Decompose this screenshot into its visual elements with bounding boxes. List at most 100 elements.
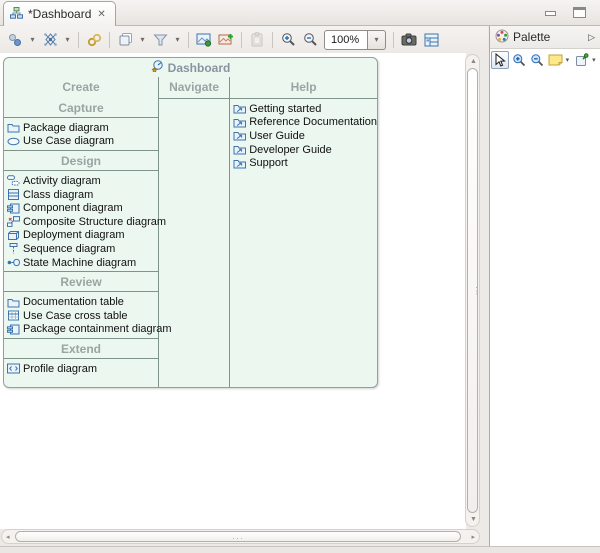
chevron-down-icon: ▾	[30, 35, 34, 44]
zoom-level-dropdown[interactable]: ▾	[368, 30, 386, 50]
dashboard-item[interactable]: Deployment diagram	[4, 229, 158, 243]
dashboard-item[interactable]: Class diagram	[4, 188, 158, 202]
item-label: Deployment diagram	[23, 229, 125, 241]
zoom-in-button[interactable]	[277, 29, 299, 51]
dashboard-item[interactable]: Developer Guide	[230, 143, 377, 157]
related-elements-button[interactable]	[4, 29, 26, 51]
dashboard-item[interactable]: Support	[230, 156, 377, 170]
dashboard-item[interactable]: Composite Structure diagram	[4, 215, 158, 229]
add-image-button[interactable]	[215, 29, 237, 51]
tab-title: *Dashboard	[28, 7, 91, 21]
tab-close-icon[interactable]: ✕	[96, 9, 106, 20]
dashboard-item[interactable]: State Machine diagram	[4, 256, 158, 270]
auto-layout-button[interactable]	[39, 29, 61, 51]
item-label: Getting started	[249, 103, 321, 115]
scroll-right-icon[interactable]: ▸	[471, 534, 475, 541]
horizontal-scrollbar[interactable]: ◂ ··· ▸	[1, 529, 480, 544]
save-image-button[interactable]	[193, 29, 215, 51]
section-items: Getting startedReference DocumentationUs…	[230, 99, 377, 172]
thumb-grip: ⋮	[472, 285, 482, 296]
dashboard-columns: CreateCapturePackage diagramUse Case dia…	[4, 77, 377, 388]
profile-icon	[7, 363, 20, 374]
dashboard-item[interactable]: Use Case diagram	[4, 135, 158, 149]
toolbar-separator	[393, 32, 394, 48]
toolbar-separator	[272, 32, 273, 48]
column-header: Help	[230, 77, 377, 98]
dashboard-title: Dashboard	[4, 58, 377, 77]
note-tool-dropdown[interactable]: ▾	[566, 56, 573, 64]
dashboard-item[interactable]: Package diagram	[4, 121, 158, 135]
maximize-button[interactable]	[573, 7, 586, 18]
table-icon	[7, 310, 20, 321]
item-label: Use Case diagram	[23, 135, 114, 147]
attachment-tool[interactable]	[573, 51, 591, 69]
screenshot-button[interactable]	[398, 29, 420, 51]
item-label: Documentation table	[23, 296, 124, 308]
attachment-tool-dropdown[interactable]: ▾	[592, 56, 599, 64]
palette-body[interactable]	[490, 71, 600, 546]
diagram-canvas[interactable]: Dashboard CreateCapturePackage diagramUs…	[0, 53, 466, 529]
item-label: Developer Guide	[249, 144, 332, 156]
dashboard-item[interactable]: Component diagram	[4, 201, 158, 215]
zoom-out-button[interactable]	[299, 29, 321, 51]
copy-visual-dropdown[interactable]: ▾	[136, 29, 149, 51]
vertical-scrollbar[interactable]: ▲ ⋮ ▼	[465, 54, 480, 527]
dashboard-item[interactable]: Reference Documentation	[230, 116, 377, 130]
section-items: Package diagramUse Case diagram	[4, 118, 158, 150]
scroll-down-icon[interactable]: ▼	[470, 516, 477, 523]
diagram-toolbar: ▾ ▾ ▾ ▾ 100% ▾	[0, 26, 488, 53]
diagram-tab-icon	[10, 7, 23, 22]
section-header: Design	[4, 151, 158, 170]
section-header: Review	[4, 272, 158, 291]
dashboard-icon	[151, 60, 164, 75]
auto-layout-dropdown[interactable]: ▾	[61, 29, 74, 51]
diagram-overview-button[interactable]	[420, 29, 442, 51]
select-tool[interactable]	[491, 51, 509, 69]
dashboard-column-navigate: Navigate	[159, 77, 230, 388]
status-bar	[0, 546, 600, 553]
horizontal-scrollbar-thumb[interactable]: ···	[15, 531, 461, 542]
scroll-up-icon[interactable]: ▲	[470, 58, 477, 65]
dashboard-item[interactable]: Use Case cross table	[4, 309, 158, 323]
copy-visual-button[interactable]	[114, 29, 136, 51]
section-header: Capture	[4, 98, 158, 117]
dashboard-item[interactable]: User Guide	[230, 129, 377, 143]
dashboard-item[interactable]: Activity diagram	[4, 174, 158, 188]
item-label: Composite Structure diagram	[23, 216, 166, 228]
dashboard-item[interactable]: Package containment diagram	[4, 323, 158, 337]
palette-header[interactable]: Palette ▷	[490, 26, 600, 49]
scroll-left-icon[interactable]: ◂	[6, 534, 10, 541]
item-label: Package diagram	[23, 122, 109, 134]
vertical-scrollbar-thumb[interactable]: ⋮	[467, 68, 478, 513]
dashboard-item[interactable]: Profile diagram	[4, 362, 158, 376]
paste-style-button[interactable]	[246, 29, 268, 51]
palette-collapse-icon[interactable]: ▷	[588, 32, 595, 43]
zoom-level-combo[interactable]: 100% ▾	[324, 30, 386, 50]
dashboard-panel: Dashboard CreateCapturePackage diagramUs…	[3, 57, 378, 388]
chevron-down-icon: ▾	[175, 35, 179, 44]
tab-dashboard[interactable]: *Dashboard ✕	[3, 1, 116, 26]
toolbar-separator	[78, 32, 79, 48]
toolbar-separator	[188, 32, 189, 48]
item-label: User Guide	[249, 130, 305, 142]
filter-dropdown[interactable]: ▾	[171, 29, 184, 51]
links-button[interactable]	[83, 29, 105, 51]
folder-icon	[7, 297, 20, 308]
related-elements-dropdown[interactable]: ▾	[26, 29, 39, 51]
palette-panel: Palette ▷ ▾ ▾	[489, 26, 600, 547]
help-folder-icon	[233, 130, 246, 141]
chevron-down-icon: ▾	[374, 35, 378, 44]
component-icon	[7, 203, 20, 214]
palette-zoom-out-tool[interactable]	[528, 51, 546, 69]
dashboard-item[interactable]: Documentation table	[4, 295, 158, 309]
item-label: Class diagram	[23, 189, 93, 201]
palette-zoom-in-tool[interactable]	[510, 51, 528, 69]
filter-button[interactable]	[149, 29, 171, 51]
zoom-level-value[interactable]: 100%	[324, 30, 368, 50]
note-tool[interactable]	[547, 51, 565, 69]
dashboard-title-label: Dashboard	[168, 61, 231, 75]
dashboard-item[interactable]: Getting started	[230, 102, 377, 116]
class-icon	[7, 189, 20, 200]
minimize-button[interactable]	[544, 7, 557, 18]
dashboard-item[interactable]: Sequence diagram	[4, 242, 158, 256]
